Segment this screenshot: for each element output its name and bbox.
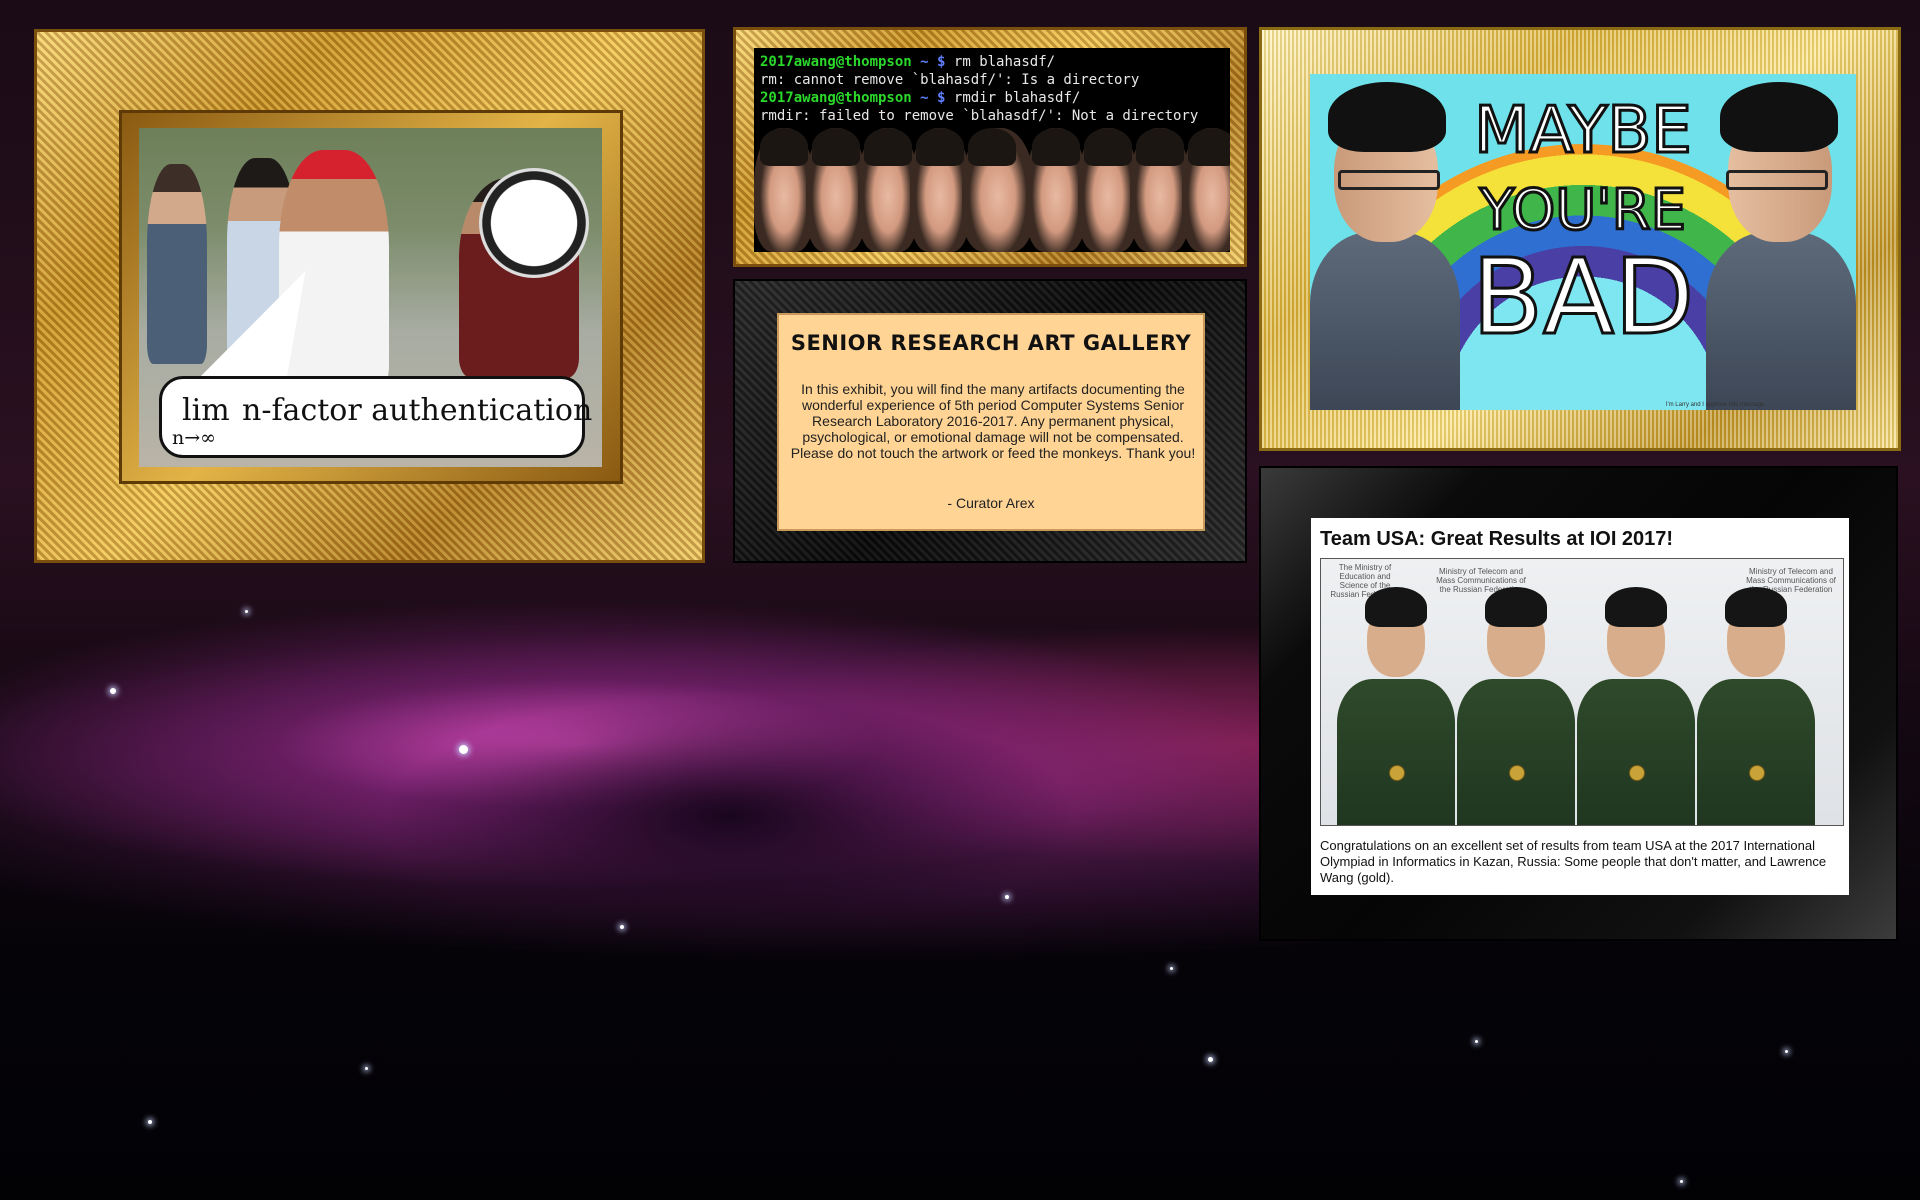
medal-icon <box>1509 765 1525 781</box>
shirt <box>1337 679 1455 825</box>
terminal-user: 2017awang@thompson <box>760 90 912 106</box>
hair <box>1328 82 1446 152</box>
shirt <box>1697 679 1815 825</box>
team-member <box>1457 587 1575 825</box>
star <box>1170 967 1173 970</box>
frame-terminal: 2017awang@thompson ~ $ rm blahasdf/ rm: … <box>733 27 1247 267</box>
face <box>806 128 866 252</box>
star <box>110 688 116 694</box>
hair <box>1605 587 1667 627</box>
face-left <box>1310 82 1460 410</box>
lim-word: lim <box>182 393 230 428</box>
star <box>1208 1057 1213 1062</box>
medal-icon <box>1749 765 1765 781</box>
face <box>1182 128 1230 252</box>
lim-subscript: n→∞ <box>172 427 216 449</box>
star <box>459 745 468 754</box>
star <box>1005 895 1009 899</box>
hair <box>1365 587 1427 627</box>
face <box>910 128 970 252</box>
frame-news: Team USA: Great Results at IOI 2017! The… <box>1259 466 1898 941</box>
star <box>245 610 248 613</box>
gallery-signature: - Curator Arex <box>947 495 1035 511</box>
terminal-path: ~ <box>920 90 929 106</box>
tiny-caption: I'm Larry and I approve this message. <box>1665 402 1766 408</box>
star <box>620 925 624 929</box>
shirt <box>1457 679 1575 825</box>
frame-maybe: MAYBE YOU'RE BAD I'm Larry and I approve… <box>1259 27 1901 451</box>
team-member <box>1337 587 1455 825</box>
news-caption: Congratulations on an excellent set of r… <box>1320 838 1827 885</box>
terminal-path: ~ <box>920 54 929 70</box>
shirt <box>1577 679 1695 825</box>
face <box>754 128 814 252</box>
medal-icon <box>1629 765 1645 781</box>
placard: SENIOR RESEARCH ART GALLERY In this exhi… <box>777 313 1205 531</box>
terminal-prompt: $ <box>937 90 946 106</box>
face <box>1130 128 1190 252</box>
face <box>858 128 918 252</box>
news-title: Team USA: Great Results at IOI 2017! <box>1320 528 1674 550</box>
frame-gallery-placard: SENIOR RESEARCH ART GALLERY In this exhi… <box>733 279 1247 563</box>
hair <box>1485 587 1547 627</box>
news-card: Team USA: Great Results at IOI 2017! The… <box>1311 518 1849 895</box>
team-member <box>1697 587 1815 825</box>
team-photo: The Ministry of Education and Science of… <box>1320 558 1844 826</box>
hair <box>1725 587 1787 627</box>
medal-icon <box>1389 765 1405 781</box>
face <box>1026 128 1086 252</box>
gallery-description: In this exhibit, you will find the many … <box>790 381 1196 461</box>
frame-nfactor: lim n→∞ n-factor authentication <box>34 29 705 563</box>
speech-bubble: lim n→∞ n-factor authentication <box>159 376 592 458</box>
star <box>1680 1180 1683 1183</box>
terminal-output: rmdir: failed to remove `blahasdf/': Not… <box>760 108 1199 124</box>
person-left <box>147 164 207 364</box>
face <box>962 128 1034 252</box>
bass-drum <box>479 168 589 278</box>
glasses-icon <box>1338 170 1440 190</box>
team-member <box>1577 587 1695 825</box>
glasses-icon <box>1726 170 1828 190</box>
terminal-output: rm: cannot remove `blahasdf/': Is a dire… <box>760 72 1140 88</box>
terminal-user: 2017awang@thompson <box>760 54 912 70</box>
jacket <box>1706 232 1856 410</box>
star <box>148 1120 152 1124</box>
maybe-image: MAYBE YOU'RE BAD I'm Larry and I approve… <box>1310 74 1856 410</box>
terminal-text: 2017awang@thompson ~ $ rm blahasdf/ rm: … <box>760 53 1198 125</box>
terminal-window: 2017awang@thompson ~ $ rm blahasdf/ rm: … <box>754 48 1230 252</box>
terminal-prompt: $ <box>937 54 946 70</box>
star <box>365 1067 368 1070</box>
lim-expression: n-factor authentication <box>242 393 593 428</box>
terminal-command: rm blahasdf/ <box>953 54 1056 70</box>
faces-row <box>754 128 1230 252</box>
star <box>1475 1040 1478 1043</box>
nfactor-photo: lim n→∞ n-factor authentication <box>139 128 602 467</box>
face <box>1078 128 1138 252</box>
terminal-command: rmdir blahasdf/ <box>953 90 1081 106</box>
jacket <box>1310 232 1460 410</box>
star <box>1785 1050 1788 1053</box>
face-right <box>1706 82 1856 410</box>
hair <box>1720 82 1838 152</box>
gallery-title: SENIOR RESEARCH ART GALLERY <box>790 331 1192 355</box>
